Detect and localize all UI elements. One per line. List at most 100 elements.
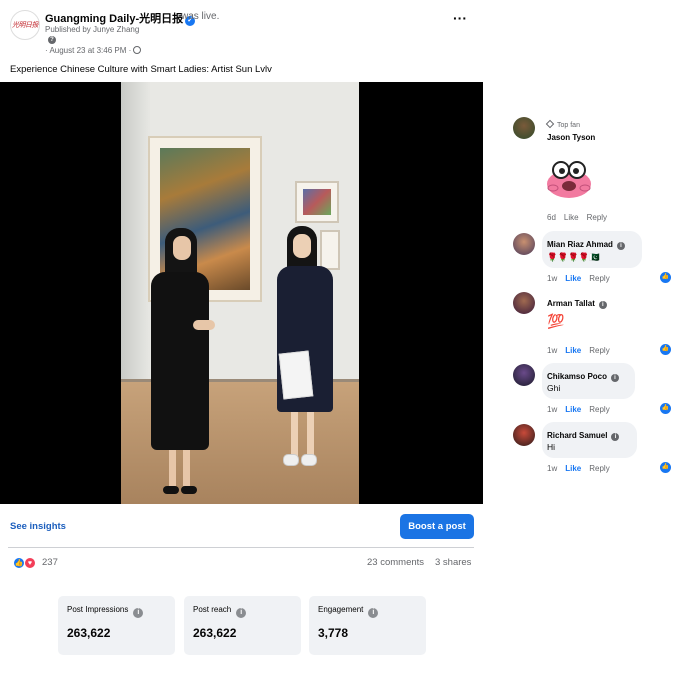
post-caption: Experience Chinese Culture with Smart La…: [10, 64, 272, 75]
reactions-count[interactable]: 237: [42, 557, 58, 568]
stat-label: Post Impressions i: [67, 605, 144, 618]
face: [173, 236, 191, 260]
avatar[interactable]: [513, 292, 535, 314]
timestamp-text[interactable]: · August 23 at 3:46 PM ·: [45, 46, 131, 55]
post-timestamp[interactable]: · August 23 at 3:46 PM ·: [45, 46, 142, 55]
comment-author[interactable]: Chikamso Poco: [547, 372, 607, 381]
comment-like-button[interactable]: Like: [564, 213, 579, 222]
post-header: 光明日报 Guangming Daily-光明日报 ✓ was live. Pub…: [10, 8, 475, 58]
stat-label: Engagement i: [318, 605, 379, 618]
shoe: [301, 454, 317, 466]
top-fan-badge: Top fan: [545, 119, 580, 129]
person-right: [267, 226, 347, 476]
comment-author-row: Chikamso Poco i: [547, 372, 620, 382]
profile-badge-icon: i: [611, 433, 620, 441]
face: [293, 234, 311, 258]
leg: [291, 412, 298, 456]
comment-meta: 1w Like Reply: [547, 405, 618, 414]
leg: [183, 450, 190, 486]
page-name[interactable]: Guangming Daily-光明日报: [45, 13, 183, 25]
comment-reply-button[interactable]: Reply: [587, 213, 607, 222]
divider: [8, 547, 474, 548]
avatar[interactable]: [513, 424, 535, 446]
comment-time[interactable]: 1w: [547, 464, 557, 473]
like-reaction-icon[interactable]: 👍: [13, 557, 25, 569]
comment-like-button[interactable]: Like: [565, 346, 581, 355]
like-mini-icon[interactable]: 👍: [660, 272, 671, 283]
published-by: Published by Junye Zhang: [45, 25, 140, 34]
comments-list: Top fan Jason Tyson 6d Like Reply Mian Ria…: [505, 0, 700, 673]
comment-author-row: Richard Samuel i: [547, 431, 620, 441]
comment-author[interactable]: Richard Samuel: [547, 431, 607, 440]
dress: [151, 272, 209, 450]
stat-label-text: Post reach: [193, 605, 232, 614]
sticker-image: [547, 161, 591, 198]
painting-art: [303, 189, 331, 215]
profile-badge-icon: i: [616, 242, 625, 250]
leg: [169, 450, 176, 486]
top-fan-icon: [545, 119, 555, 129]
stat-card-reach: Post reach i 263,622: [184, 596, 301, 655]
comment-like-button[interactable]: Like: [565, 464, 581, 473]
globe-icon: [133, 46, 142, 54]
help-icon[interactable]: ?: [48, 36, 56, 44]
comment-time[interactable]: 1w: [547, 405, 557, 414]
boost-post-button[interactable]: Boost a post: [400, 514, 474, 539]
comment-reply-button[interactable]: Reply: [589, 274, 609, 283]
see-insights-link[interactable]: See insights: [10, 521, 66, 532]
comment-author-row: Arman Tallat i: [547, 299, 607, 309]
comment-like-button[interactable]: Like: [565, 274, 581, 283]
stat-label-text: Engagement: [318, 605, 364, 614]
stat-value: 3,778: [318, 626, 349, 640]
comment-text: 💯: [547, 313, 565, 329]
shoe: [283, 454, 299, 466]
avatar[interactable]: [513, 364, 535, 386]
page-avatar[interactable]: 光明日报: [10, 10, 40, 40]
stat-label-text: Post Impressions: [67, 605, 129, 614]
post-card: 光明日报 Guangming Daily-光明日报 ✓ was live. Pub…: [0, 0, 483, 673]
comment-time[interactable]: 1w: [547, 274, 557, 283]
hands: [193, 320, 215, 330]
video-player[interactable]: [0, 82, 483, 504]
comment-time[interactable]: 6d: [547, 213, 556, 222]
comment-text: Ghi: [547, 383, 561, 393]
comment-reply-button[interactable]: Reply: [589, 405, 609, 414]
shoe: [163, 486, 179, 494]
leg: [307, 412, 314, 456]
comment-reply-button[interactable]: Reply: [589, 346, 609, 355]
stat-value: 263,622: [193, 626, 237, 640]
comments-count[interactable]: 23 comments: [367, 557, 424, 568]
page-name-link[interactable]: Guangming Daily-光明日报 ✓: [45, 10, 197, 26]
profile-badge-icon: i: [611, 374, 620, 382]
comment-time[interactable]: 1w: [547, 346, 557, 355]
page-logo-text: 光明日报: [12, 21, 39, 29]
live-status: was live.: [181, 11, 220, 22]
comment-reply-button[interactable]: Reply: [589, 464, 609, 473]
like-mini-icon[interactable]: 👍: [660, 403, 671, 414]
shares-count[interactable]: 3 shares: [435, 557, 471, 568]
comment-like-button[interactable]: Like: [565, 405, 581, 414]
love-reaction-icon[interactable]: ♥: [24, 557, 36, 569]
comment-author[interactable]: Mian Riaz Ahmad: [547, 240, 613, 249]
like-mini-icon[interactable]: 👍: [660, 344, 671, 355]
legs: [159, 450, 199, 494]
more-options-button[interactable]: ···: [450, 11, 470, 28]
comment-author[interactable]: Jason Tyson: [547, 133, 595, 142]
avatar[interactable]: [513, 117, 535, 139]
stat-label: Post reach i: [193, 605, 247, 618]
comment-author[interactable]: Arman Tallat: [547, 299, 595, 308]
video-frame: [121, 82, 359, 504]
like-mini-icon[interactable]: 👍: [660, 462, 671, 473]
comment-text: 🌹🌹🌹🌹🇵🇰: [547, 252, 600, 262]
comment-meta: 6d Like Reply: [547, 213, 615, 222]
shoe: [181, 486, 197, 494]
info-icon[interactable]: i: [133, 608, 144, 618]
top-fan-label: Top fan: [557, 122, 580, 129]
comment-author-row: Mian Riaz Ahmad i: [547, 240, 625, 250]
info-icon[interactable]: i: [236, 608, 247, 618]
painting-small: [295, 181, 339, 223]
profile-badge-icon: i: [598, 301, 607, 309]
info-icon[interactable]: i: [368, 608, 379, 618]
avatar[interactable]: [513, 233, 535, 255]
stat-card-engagement: Engagement i 3,778: [309, 596, 426, 655]
